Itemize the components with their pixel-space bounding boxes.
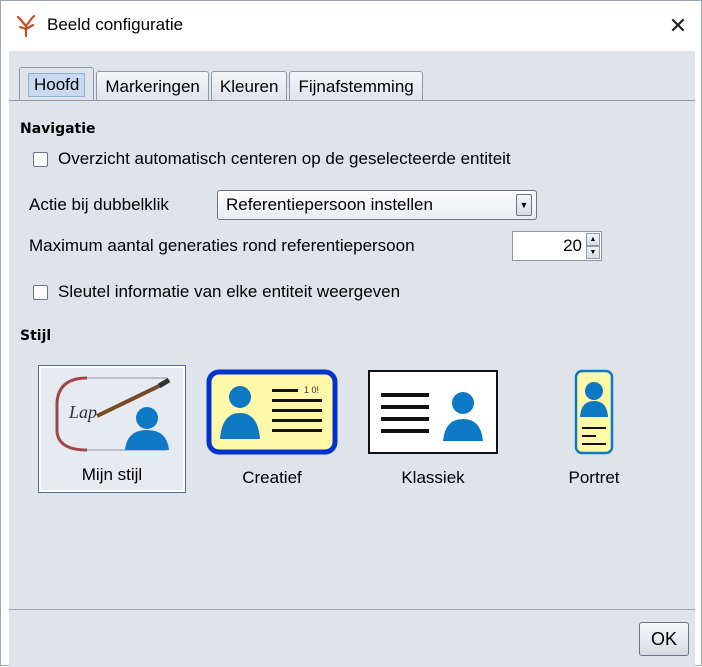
style-option-klassiek[interactable]: Klassiek [360,365,506,491]
window-title: Beeld configuratie [47,15,184,34]
max-generations-value: 20 [563,236,582,255]
double-click-label: Actie bij dubbelklik [29,195,169,214]
style-caption: Mijn stijl [81,465,143,484]
tab-kleuren[interactable]: Kleuren [210,71,288,101]
style-caption: Klassiek [401,468,465,487]
auto-center-label: Overzicht automatisch centeren op de ges… [58,149,511,168]
show-key-info-row: Sleutel informatie van elke entiteit wee… [33,282,400,302]
close-button[interactable]: ✕ [655,1,701,51]
max-generations-spinner[interactable]: 20 ▲ ▼ [512,231,602,261]
double-click-value: Referentiepersoon instellen [226,195,433,214]
tab-label: Hoofd [28,72,86,97]
tab-bar: Hoofd Markeringen Kleuren Fijnafstemming [19,67,425,101]
portrait-card-icon [574,369,614,455]
style-option-creatief[interactable]: 1 0! Creatief [199,365,345,491]
creative-badge-text: 1 0! [304,385,319,395]
tab-markeringen[interactable]: Markeringen [96,71,209,101]
spin-down-button[interactable]: ▼ [586,246,600,259]
tab-label: Fijnafstemming [298,76,414,96]
lap-text: Lap [68,402,97,422]
spinner-buttons: ▲ ▼ [586,233,600,259]
style-caption: Creatief [242,468,302,487]
tab-fijnafstemming[interactable]: Fijnafstemming [289,71,423,101]
dialog-window: Beeld configuratie ✕ Hoofd Markeringen K… [0,0,702,667]
show-key-info-label: Sleutel informatie van elke entiteit wee… [58,282,401,301]
chevron-down-icon: ▼ [516,194,532,216]
lap-palette-icon: Lap [55,376,171,452]
title-bar: Beeld configuratie ✕ [1,1,701,51]
creative-card-icon: 1 0! [206,369,338,455]
classic-card-icon [368,370,498,454]
tab-divider [9,100,695,101]
style-option-portret[interactable]: Portret [521,365,667,491]
double-click-dropdown[interactable]: Referentiepersoon instellen ▼ [217,190,537,220]
spin-up-button[interactable]: ▲ [586,233,600,246]
tab-label: Kleuren [219,76,279,96]
auto-center-row: Overzicht automatisch centeren op de ges… [33,149,511,169]
style-heading: Stijl [20,328,52,344]
tab-hoofd[interactable]: Hoofd [19,67,95,101]
close-icon: ✕ [668,13,688,38]
dialog-content: Hoofd Markeringen Kleuren Fijnafstemming… [9,51,695,667]
tree-figure-icon [16,15,36,37]
auto-center-checkbox[interactable] [33,151,48,167]
footer-separator [9,609,695,610]
show-key-info-checkbox[interactable] [33,284,48,300]
navigation-heading: Navigatie [20,121,96,137]
max-generations-label: Maximum aantal generaties rond referenti… [29,236,415,255]
style-option-mijn-stijl[interactable]: Lap Mijn stijl [38,365,186,493]
style-caption: Portret [568,468,620,487]
tab-label: Markeringen [105,76,200,96]
ok-button[interactable]: OK [639,622,689,656]
